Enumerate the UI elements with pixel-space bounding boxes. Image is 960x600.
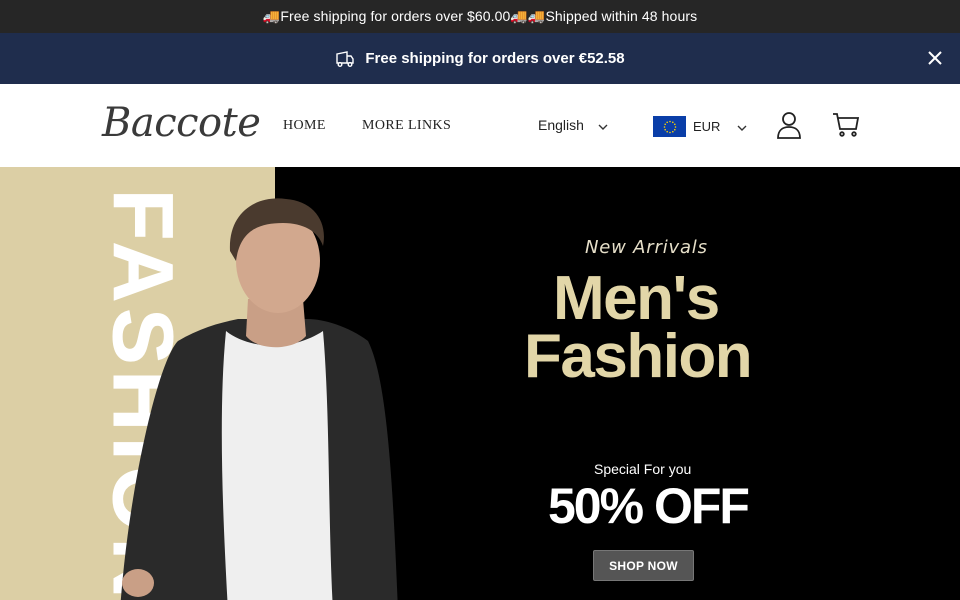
eu-flag-icon [653,116,686,137]
chevron-down-icon [737,119,747,134]
chevron-down-icon [598,117,608,133]
hero-subtitle: New Arrivals [585,237,708,258]
logo[interactable]: Baccote [102,100,261,146]
shop-now-button[interactable]: SHOP NOW [593,550,694,581]
currency-code: EUR [693,119,721,134]
hero-banner[interactable]: FASHION New Arrivals Men's Fashion Speci… [0,167,960,600]
model-photo [118,191,408,600]
close-icon[interactable] [924,47,946,69]
hero-special-text: Special For you [594,461,692,477]
language-label: English [538,117,584,133]
currency-selector[interactable]: EUR [653,116,747,137]
language-selector[interactable]: English [538,117,608,133]
site-header: Baccote HOME MORE LINKS English EUR [0,84,960,167]
top-promo-bar: 🚚Free shipping for orders over $60.00🚚🚚S… [0,0,960,33]
truck-icon [335,50,355,68]
nav-more-links[interactable]: MORE LINKS [362,118,451,134]
cart-icon[interactable] [832,112,860,138]
announcement-message: Free shipping for orders over €52.58 [365,50,625,67]
user-icon[interactable] [776,111,802,139]
nav-home-link[interactable]: HOME [283,118,326,134]
announcement-bar: Free shipping for orders over €52.58 [0,33,960,84]
hero-title-line2: Fashion [524,322,753,391]
hero-discount: 50% OFF [548,478,750,534]
top-promo-text: 🚚Free shipping for orders over $60.00🚚🚚S… [262,8,698,24]
